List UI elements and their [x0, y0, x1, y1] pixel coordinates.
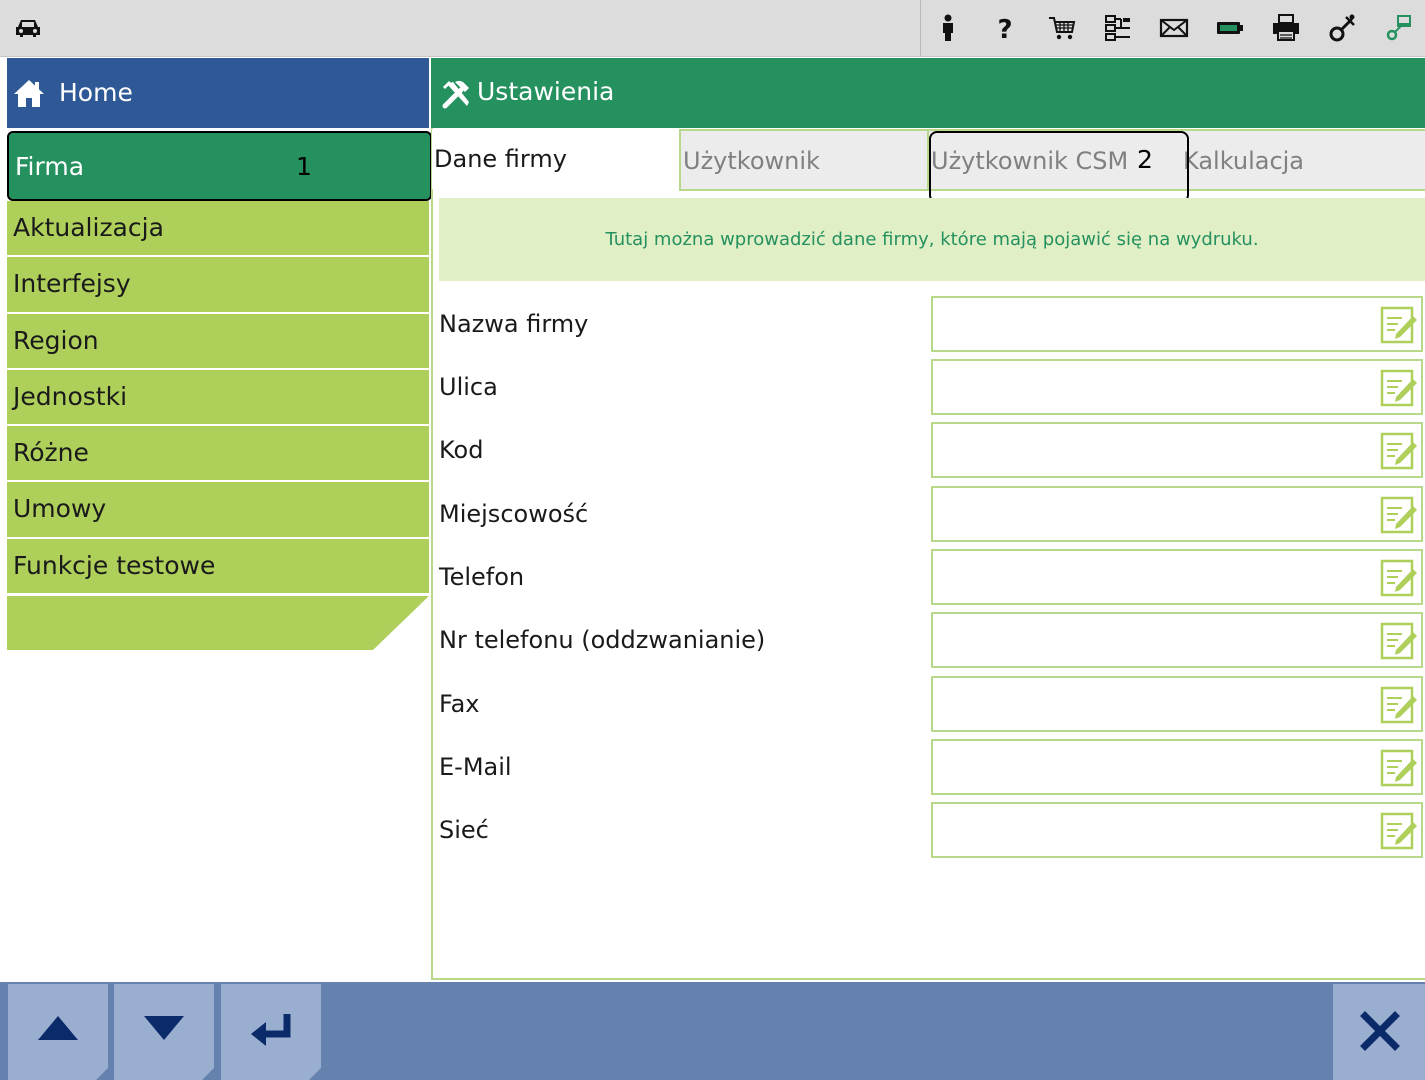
tab-label: Kalkulacja — [1183, 147, 1305, 175]
mail-icon[interactable] — [1159, 13, 1189, 43]
sidebar-item-label: Aktualizacja — [13, 213, 164, 242]
edit-icon[interactable] — [1380, 304, 1418, 344]
help-icon[interactable]: ? — [990, 13, 1020, 43]
field-label-fax: Fax — [439, 690, 480, 718]
kod-field[interactable] — [931, 422, 1423, 478]
svg-text:?: ? — [997, 15, 1012, 43]
sidebar-item-aktualizacja[interactable]: Aktualizacja — [7, 201, 429, 258]
info-banner: Tutaj można wprowadzić dane firmy, które… — [439, 198, 1425, 281]
tab-label: Użytkownik — [683, 147, 820, 175]
page-title: Ustawienia — [477, 77, 615, 106]
scroll-up-button[interactable] — [8, 984, 108, 1080]
ulica-field[interactable] — [931, 359, 1423, 415]
sidebar-item-label: Firma — [15, 152, 85, 181]
home-label: Home — [59, 78, 133, 107]
callout-number: 1 — [296, 152, 312, 181]
sidebar-item-label: Region — [13, 325, 99, 355]
edit-icon[interactable] — [1380, 810, 1418, 850]
edit-icon[interactable] — [1380, 620, 1418, 660]
sidebar-item-rozne[interactable]: Różne — [7, 426, 429, 483]
siec-field[interactable] — [931, 802, 1423, 858]
tab-dane-firmy[interactable]: Dane firmy — [432, 129, 678, 189]
main-header: Ustawienia — [431, 58, 1425, 128]
edit-icon[interactable] — [1380, 557, 1418, 597]
sidebar-footer-decoration — [7, 596, 429, 650]
toolbar-separator — [920, 0, 921, 57]
edit-icon[interactable] — [1380, 747, 1418, 787]
telefon-field[interactable] — [931, 549, 1423, 605]
field-label-e-mail: E-Mail — [439, 753, 512, 781]
field-label-nazwa-firmy: Nazwa firmy — [439, 310, 589, 338]
callout-number: 2 — [1137, 145, 1153, 174]
sidebar-item-label: Jednostki — [13, 381, 128, 411]
battery-icon[interactable] — [1215, 13, 1245, 43]
enter-button[interactable] — [221, 984, 321, 1080]
nr-telefonu-oddzwanianie-field[interactable] — [931, 612, 1423, 668]
sidebar-item-label: Różne — [13, 438, 89, 468]
arrow-down-icon — [144, 1016, 184, 1040]
field-label-kod: Kod — [439, 436, 484, 464]
person-icon[interactable] — [933, 13, 963, 43]
field-label-nr-telefonu-oddzwanianie: Nr telefonu (oddzwanianie) — [439, 626, 766, 654]
close-button[interactable] — [1333, 984, 1425, 1080]
tab-label: Dane firmy — [434, 145, 567, 173]
edit-icon[interactable] — [1380, 430, 1418, 470]
fax-field[interactable] — [931, 676, 1423, 732]
scroll-down-button[interactable] — [114, 984, 214, 1080]
edit-icon[interactable] — [1380, 367, 1418, 407]
info-text: Tutaj można wprowadzić dane firmy, które… — [605, 229, 1259, 250]
sidebar-item-label: Funkcje testowe — [13, 550, 216, 580]
sidebar-menu: Firma 1 Aktualizacja Interfejsy Region J… — [7, 131, 432, 596]
printer-icon[interactable] — [1271, 13, 1301, 43]
tools-icon — [442, 80, 469, 109]
tab-kalkulacja[interactable]: Kalkulacja — [1181, 129, 1425, 189]
connection-icon[interactable] — [1384, 13, 1414, 43]
sidebar-item-umowy[interactable]: Umowy — [7, 482, 429, 539]
sidebar-item-label: Umowy — [13, 494, 107, 524]
sidebar-item-firma[interactable]: Firma 1 — [7, 131, 432, 201]
sidebar-item-region[interactable]: Region — [7, 313, 429, 370]
field-label-siec: Sieć — [439, 816, 489, 844]
sidebar-item-jednostki[interactable]: Jednostki — [7, 369, 429, 427]
sidebar-item-interfejsy[interactable]: Interfejsy — [7, 257, 429, 314]
enter-icon — [251, 1014, 291, 1046]
car-icon[interactable] — [14, 16, 42, 40]
network-icon[interactable] — [1103, 13, 1133, 43]
nazwa-firmy-field[interactable] — [931, 296, 1423, 352]
home-icon — [14, 80, 44, 107]
close-icon — [1360, 1011, 1400, 1051]
tab-uzytkownik[interactable]: Użytkownik — [679, 129, 929, 189]
cart-icon[interactable] — [1047, 13, 1077, 43]
arrow-up-icon — [38, 1016, 78, 1040]
e-mail-field[interactable] — [931, 739, 1423, 795]
tools-settings-icon[interactable] — [1328, 13, 1358, 43]
home-button[interactable]: Home — [7, 58, 429, 128]
field-label-miejscowosc: Miejscowość — [439, 500, 589, 528]
edit-icon[interactable] — [1380, 684, 1418, 724]
field-label-telefon: Telefon — [439, 563, 525, 591]
sidebar-item-funkcje-testowe[interactable]: Funkcje testowe — [7, 538, 429, 596]
top-toolbar: ? — [0, 0, 1425, 57]
field-label-ulica: Ulica — [439, 373, 498, 401]
edit-icon[interactable] — [1380, 494, 1418, 534]
miejscowosc-field[interactable] — [931, 486, 1423, 542]
sidebar-item-label: Interfejsy — [13, 269, 131, 299]
